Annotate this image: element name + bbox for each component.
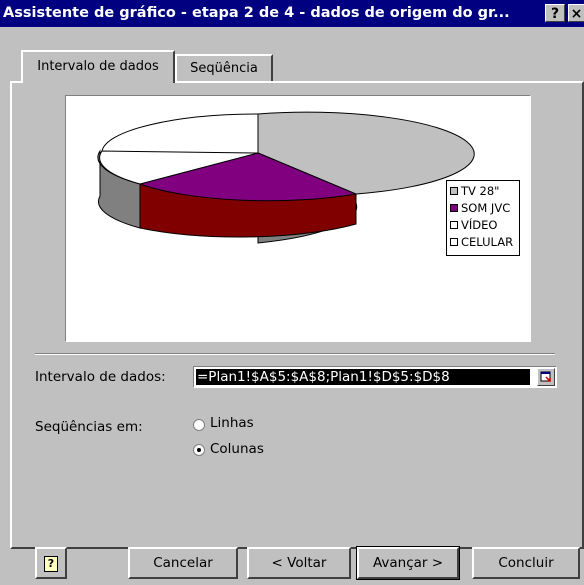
series-in-label: Seqüências em:	[35, 419, 143, 435]
legend-item: TV 28"	[450, 182, 516, 199]
legend-label: VÍDEO	[461, 217, 498, 232]
collapse-icon	[540, 371, 551, 382]
cancel-button[interactable]: Cancelar	[128, 547, 238, 579]
radio-linhas[interactable]	[193, 419, 205, 431]
legend-swatch	[450, 237, 458, 246]
window-title: Assistente de gráfico - etapa 2 de 4 - d…	[3, 5, 510, 21]
tab-sequencia[interactable]: Seqüência	[175, 54, 273, 81]
legend-item: SOM JVC	[450, 199, 516, 216]
title-bar: Assistente de gráfico - etapa 2 de 4 - d…	[0, 0, 584, 27]
radio-colunas-label[interactable]: Colunas	[210, 441, 264, 457]
range-label: Intervalo de dados:	[35, 369, 166, 385]
next-button[interactable]: Avançar >	[356, 546, 460, 580]
help-icon: ?	[44, 556, 58, 572]
radio-selected-dot	[197, 448, 201, 452]
legend-swatch	[450, 203, 458, 212]
legend-label: SOM JVC	[461, 200, 511, 215]
legend-label: TV 28"	[461, 183, 500, 198]
tab-label: Seqüência	[190, 61, 258, 76]
tab-label: Intervalo de dados	[37, 59, 159, 74]
range-input[interactable]: =Plan1!$A$5:$A$8;Plan1!$D$5:$D$8	[193, 366, 557, 388]
range-value: =Plan1!$A$5:$A$8;Plan1!$D$5:$D$8	[196, 369, 530, 385]
separator	[35, 353, 555, 355]
close-button[interactable]: ×	[568, 4, 584, 22]
legend-swatch	[450, 186, 458, 195]
radio-linhas-label[interactable]: Linhas	[210, 415, 254, 431]
radio-colunas[interactable]	[193, 444, 205, 456]
collapse-dialog-button[interactable]	[537, 368, 555, 386]
legend-label: CELULAR	[461, 234, 514, 249]
help-button[interactable]: ?	[35, 547, 67, 579]
tab-intervalo-de-dados[interactable]: Intervalo de dados	[21, 50, 175, 83]
legend-item: VÍDEO	[450, 216, 516, 233]
legend-item: CELULAR	[450, 233, 516, 250]
help-title-button[interactable]: ?	[545, 4, 565, 22]
finish-button[interactable]: Concluir	[472, 547, 580, 579]
back-button[interactable]: < Voltar	[247, 547, 351, 579]
chart-legend: TV 28" SOM JVC VÍDEO CELULAR	[446, 180, 520, 256]
legend-swatch	[450, 220, 458, 229]
